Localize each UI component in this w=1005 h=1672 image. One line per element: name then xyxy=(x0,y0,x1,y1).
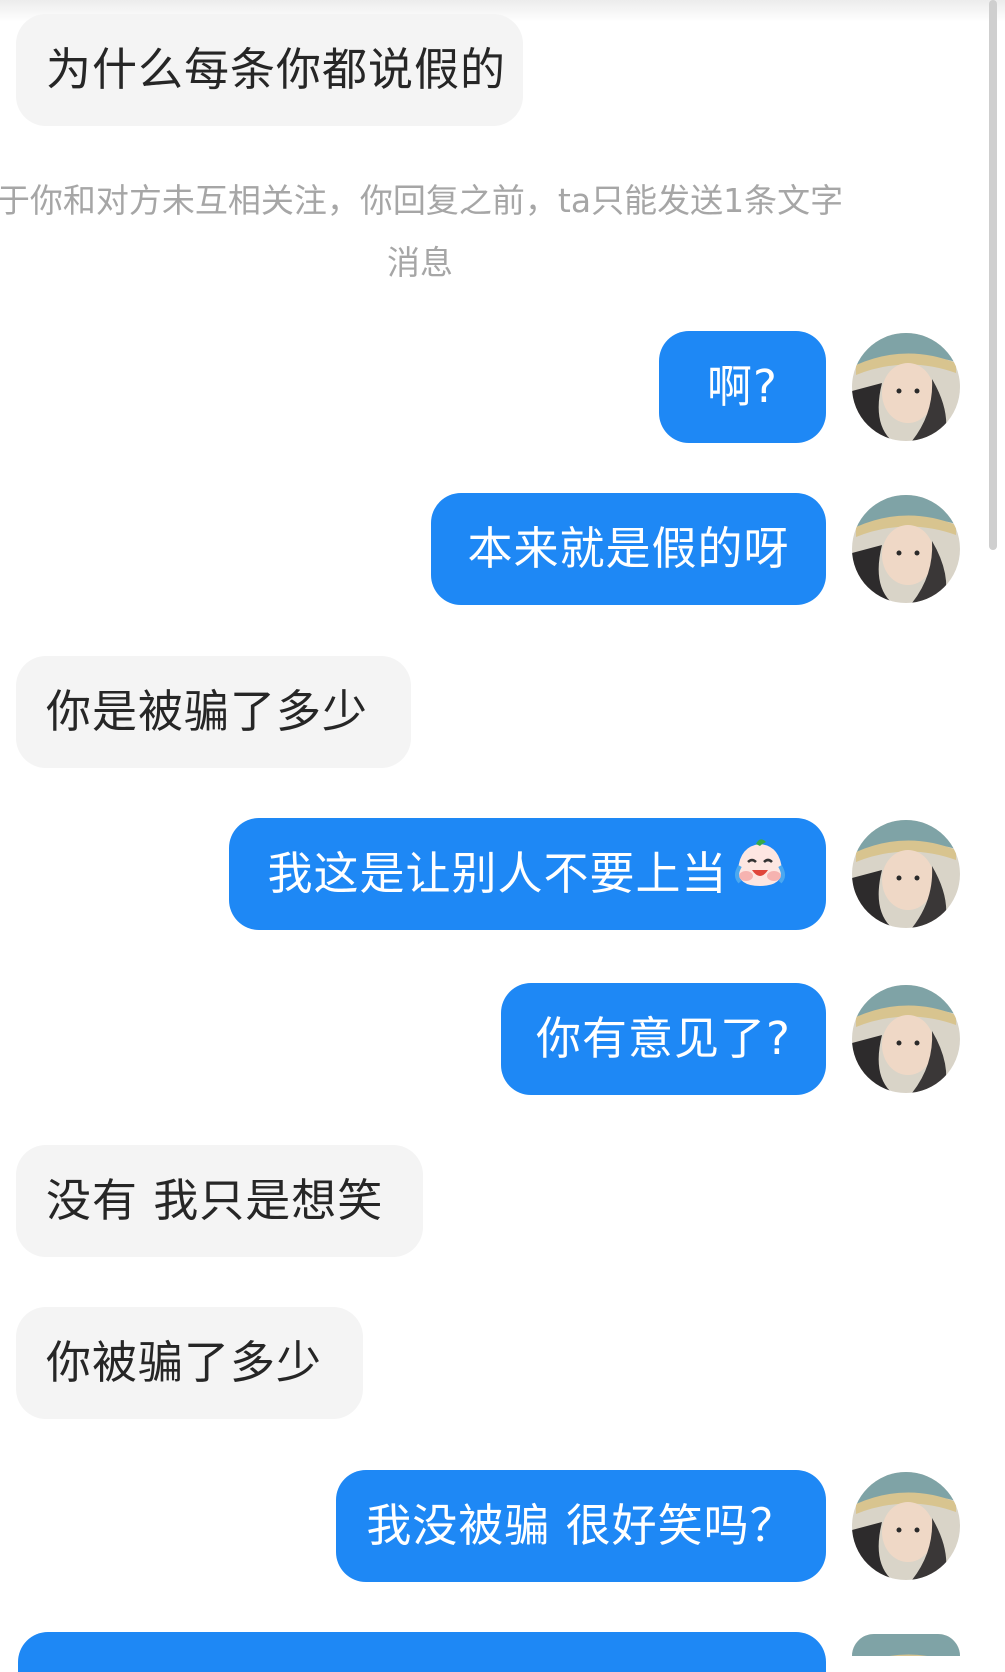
message-bubble-outgoing[interactable]: 啊? xyxy=(659,331,826,443)
avatar[interactable] xyxy=(852,985,960,1093)
message-bubble-incoming[interactable]: 为什么每条你都说假的 xyxy=(16,14,523,126)
message-bubble-outgoing[interactable]: 我没被骗 很好笑吗？ xyxy=(336,1470,826,1582)
avatar-photo-icon xyxy=(852,333,960,441)
avatar[interactable] xyxy=(852,333,960,441)
message-text: 你是被骗了多少 xyxy=(46,685,369,738)
avatar-photo-icon xyxy=(852,1472,960,1580)
notice-line-1: 于你和对方未互相关注，你回复之前，ta只能发送1条文字 xyxy=(0,181,844,220)
message-bubble-outgoing-partial[interactable] xyxy=(18,1632,826,1672)
crying-laughing-emoji-icon xyxy=(732,821,788,930)
message-bubble-incoming[interactable]: 你被骗了多少 xyxy=(16,1307,363,1419)
message-bubble-outgoing[interactable]: 本来就是假的呀 xyxy=(431,493,826,605)
message-bubble-outgoing[interactable]: 我这是让别人不要上当 xyxy=(229,818,826,930)
message-text: 没有 我只是想笑 xyxy=(46,1174,384,1227)
avatar[interactable] xyxy=(852,820,960,928)
avatar-photo-icon xyxy=(852,985,960,1093)
message-text: 本来就是假的呀 xyxy=(467,522,790,575)
message-bubble-incoming[interactable]: 你是被骗了多少 xyxy=(16,656,411,768)
message-text: 为什么每条你都说假的 xyxy=(46,43,507,96)
avatar[interactable] xyxy=(852,495,960,603)
message-text: 你有意见了? xyxy=(536,1012,791,1065)
message-bubble-outgoing[interactable]: 你有意见了? xyxy=(501,983,826,1095)
avatar-photo-icon xyxy=(852,1634,960,1656)
system-notice: 于你和对方未互相关注，你回复之前，ta只能发送1条文字 消息 xyxy=(0,170,860,294)
avatar[interactable] xyxy=(852,1634,960,1656)
message-text: 啊? xyxy=(707,360,778,413)
notice-line-2: 消息 xyxy=(387,243,453,282)
message-text: 我没被骗 很好笑吗？ xyxy=(366,1499,796,1552)
message-text: 我这是让别人不要上当 xyxy=(267,847,728,900)
avatar[interactable] xyxy=(852,1472,960,1580)
message-bubble-incoming[interactable]: 没有 我只是想笑 xyxy=(16,1145,423,1257)
message-text: 你被骗了多少 xyxy=(46,1336,323,1389)
avatar-photo-icon xyxy=(852,820,960,928)
scrollbar[interactable] xyxy=(989,0,997,550)
avatar-photo-icon xyxy=(852,495,960,603)
